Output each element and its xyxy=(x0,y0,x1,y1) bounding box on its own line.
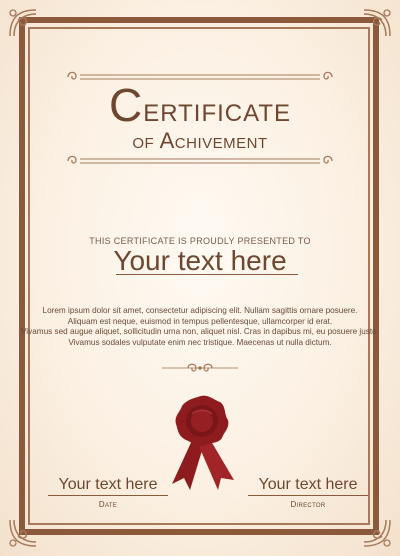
certificate-body: Lorem ipsum dolor sit amet, consectetur … xyxy=(10,306,390,348)
director-label: Director xyxy=(290,500,326,509)
date-text: Your text here xyxy=(58,476,158,493)
body-line: Vivamus sodales vulputate enim nec trist… xyxy=(68,337,332,347)
certificate-subtitle: of Achivement xyxy=(132,128,268,153)
body-line: Vivamus sed augue aliquet, sollicitudin … xyxy=(20,327,380,336)
director-text: Your text here xyxy=(258,476,358,493)
scroll-divider-icon xyxy=(158,362,242,374)
scroll-divider-icon xyxy=(66,154,334,168)
body-line: Aliquam est neque, euismod in tempus pel… xyxy=(67,316,333,326)
wax-seal-ribbon-icon xyxy=(164,392,238,492)
date-label: Date xyxy=(98,500,118,509)
corner-flourish-icon xyxy=(360,516,394,550)
certificate-title: Certificate xyxy=(108,79,292,131)
corner-flourish-icon xyxy=(6,6,40,40)
certificate-page: Certificate of Achivement THIS CERTIFICA… xyxy=(0,0,400,556)
recipient-underline xyxy=(116,274,298,275)
body-line: Lorem ipsum dolor sit amet, consectetur … xyxy=(42,306,358,315)
director-underline xyxy=(248,495,368,496)
signature-director: Your text here Director xyxy=(248,476,368,509)
corner-flourish-icon xyxy=(360,6,394,40)
corner-flourish-icon xyxy=(6,516,40,550)
recipient-name: Your text here xyxy=(113,245,287,276)
signature-date: Your text here Date xyxy=(48,476,168,509)
date-underline xyxy=(48,495,168,496)
